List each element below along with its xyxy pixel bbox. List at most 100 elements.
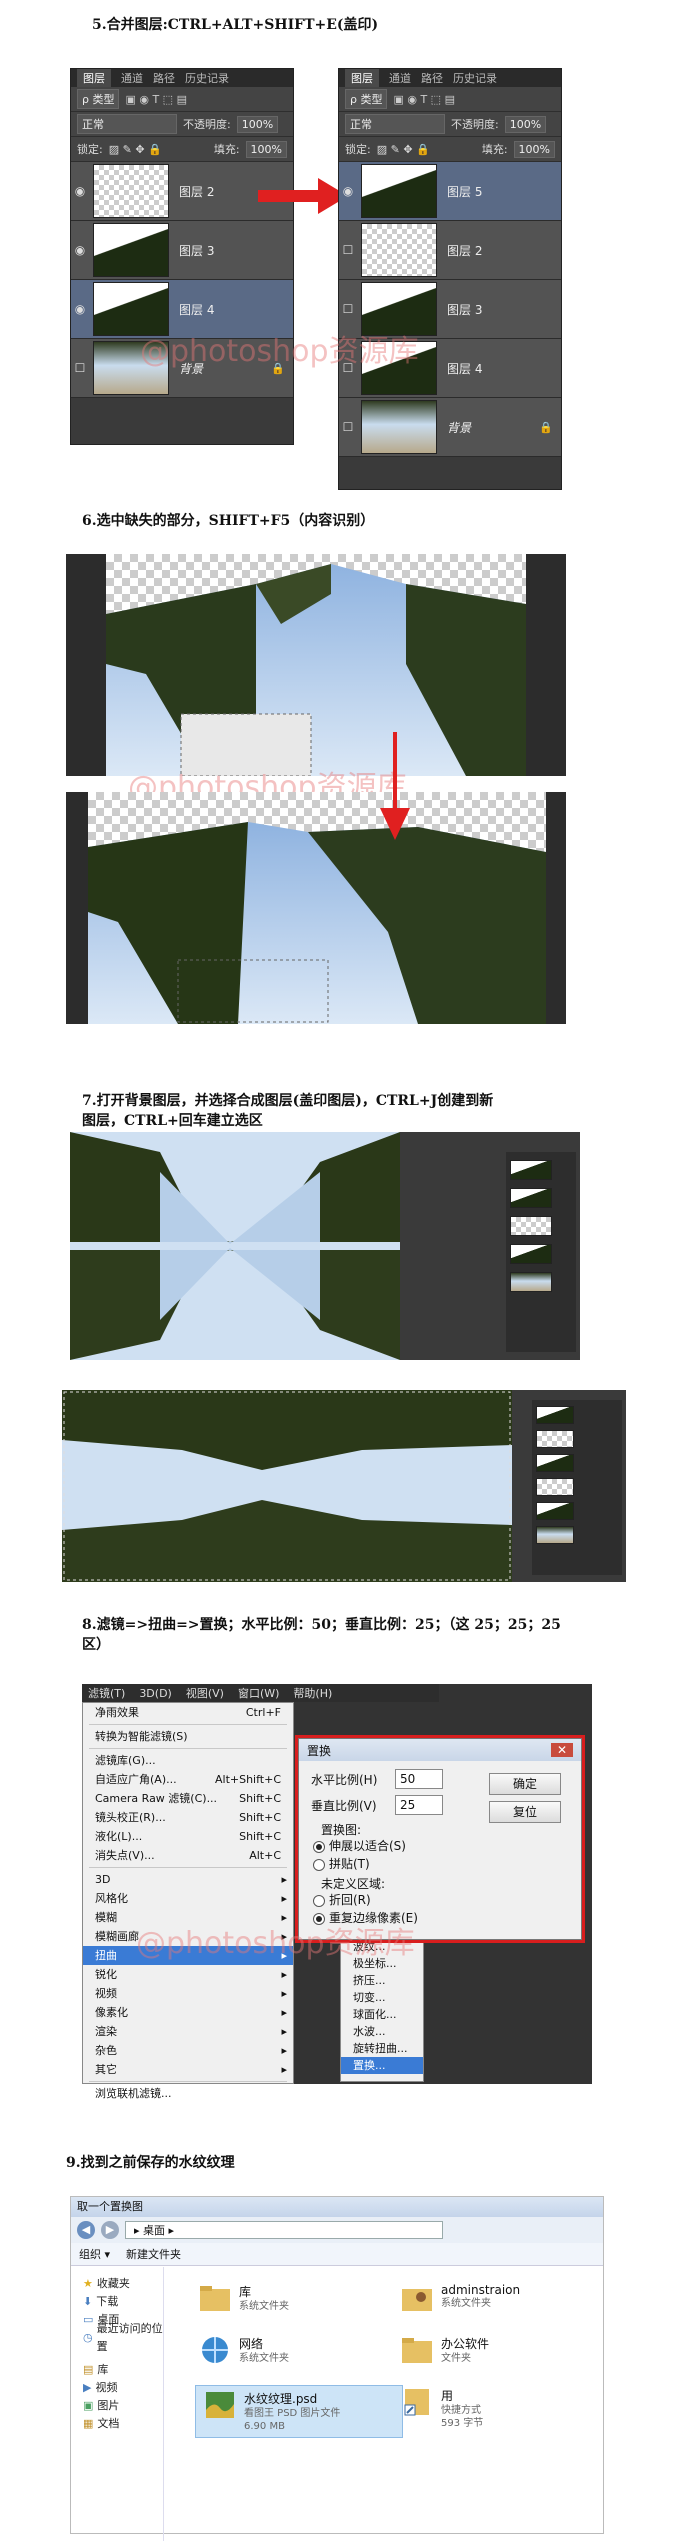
nav-sidebar: ★ 收藏夹 ⬇ 下载 ▭ 桌面 ◷ 最近访问的位置 ▤ 库 ▶ 视频 ▣ 图片 ▦ 文档	[71, 2267, 164, 2541]
visibility-box[interactable]: ☐	[71, 361, 89, 375]
distort-submenu-item[interactable]: 水波...	[341, 2023, 423, 2040]
filter-menu-item[interactable]: 锐化 ▸	[83, 1965, 293, 1984]
distort-submenu-item[interactable]: 切变...	[341, 1989, 423, 2006]
filter-menu-item[interactable]: 消失点(V)... Alt+C	[83, 1846, 293, 1865]
tab-channels[interactable]: 通道	[389, 70, 411, 86]
tab-paths[interactable]: 路径	[153, 70, 175, 86]
filter-menu-item[interactable]: 滤镜库(G)...	[83, 1751, 293, 1770]
filter-menu-item[interactable]: Camera Raw 滤镜(C)... Shift+C	[83, 1789, 293, 1808]
sidebar-pictures[interactable]: ▣ 图片	[71, 2397, 163, 2415]
filter-menu-item[interactable]: 渲染 ▸	[83, 2022, 293, 2041]
filter-menu-item[interactable]: 风格化 ▸	[83, 1889, 293, 1908]
filter-menu-item[interactable]: 净雨效果 Ctrl+F	[83, 1703, 293, 1722]
close-icon[interactable]: ✕	[550, 1743, 573, 1757]
tab-paths[interactable]: 路径	[421, 70, 443, 86]
blend-select[interactable]: 正常	[345, 114, 445, 134]
tile-option[interactable]: 拼贴(T)	[313, 1855, 370, 1872]
submenu-arrow-icon: ▸	[281, 2025, 287, 2038]
layer-row[interactable]: ☐ 图层 2	[339, 221, 561, 280]
filter-menu-item[interactable]: 转换为智能滤镜(S)	[83, 1727, 293, 1746]
eye-icon[interactable]: ◉	[71, 243, 89, 257]
menu-item-shortcut: Alt+Shift+C	[214, 1773, 281, 1786]
address-field[interactable]: ▸ 桌面 ▸	[125, 2221, 443, 2239]
distort-submenu-item[interactable]: 球面化...	[341, 2006, 423, 2023]
menu-filter[interactable]: 滤镜(T)	[88, 1685, 125, 1701]
opacity-field[interactable]: 100%	[504, 115, 547, 133]
file-item-shortcut[interactable]: 用快捷方式 593 字节	[401, 2387, 483, 2430]
filter-menu-item[interactable]: 3D ▸	[83, 1870, 293, 1889]
blend-select[interactable]: 正常	[77, 114, 177, 134]
fill-field[interactable]: 100%	[245, 140, 287, 158]
filter-menu-item[interactable]: 杂色 ▸	[83, 2041, 293, 2060]
sidebar-favorites[interactable]: ★ 收藏夹	[71, 2275, 163, 2293]
tile-label: 拼贴(T)	[329, 1857, 370, 1871]
distort-submenu-item[interactable]: 置换...	[341, 2057, 423, 2074]
file-item-network[interactable]: 网络 系统文件夹	[199, 2335, 289, 2365]
menu-3d[interactable]: 3D(D)	[139, 1687, 172, 1700]
eye-icon[interactable]: ◉	[339, 184, 357, 198]
eye-icon[interactable]: ◉	[71, 302, 89, 316]
submenu-arrow-icon: ▸	[281, 1892, 287, 1905]
distort-submenu-item[interactable]: 旋转扭曲...	[341, 2040, 423, 2057]
opacity-field[interactable]: 100%	[236, 115, 279, 133]
back-icon[interactable]: ◀	[77, 2221, 95, 2239]
v-scale-input[interactable]: 25	[395, 1795, 443, 1815]
filter-menu-item[interactable]: 浏览联机滤镜...	[83, 2084, 293, 2103]
lock-icons[interactable]: ▨ ✎ ✥ 🔒	[377, 143, 430, 156]
file-item-office[interactable]: 办公软件 文件夹	[401, 2335, 489, 2365]
sidebar-videos[interactable]: ▶ 视频	[71, 2379, 163, 2397]
eye-icon[interactable]: ◉	[71, 184, 89, 198]
file-item-water-texture[interactable]: 水纹纹理.psd 看图王 PSD 图片文件 6.90 MB	[195, 2385, 403, 2438]
menu-window[interactable]: 窗口(W)	[238, 1685, 279, 1701]
filter-icons: ▣ ◉ T ⬚ ▤	[125, 92, 187, 106]
wrap-option[interactable]: 折回(R)	[313, 1891, 371, 1908]
menu-item-shortcut: Shift+C	[239, 1811, 281, 1824]
lock-icons[interactable]: ▨ ✎ ✥ 🔒	[109, 143, 162, 156]
new-folder-button[interactable]: 新建文件夹	[126, 2246, 181, 2262]
tab-layers[interactable]: 图层	[77, 69, 111, 87]
filter-menu-item[interactable]: 其它 ▸	[83, 2060, 293, 2079]
tab-layers[interactable]: 图层	[345, 69, 379, 87]
layer-name: 图层 3	[447, 302, 483, 317]
file-item-library[interactable]: 库系统文件夹	[199, 2283, 289, 2313]
layer-row[interactable]: ◉ 图层 3	[71, 221, 293, 280]
sidebar-recent[interactable]: ◷ 最近访问的位置	[71, 2322, 163, 2353]
file-item-admin[interactable]: adminstraion 系统文件夹	[401, 2283, 520, 2313]
menu-item-label: 风格化	[95, 1892, 128, 1905]
document-icon: ▦	[83, 2417, 94, 2430]
tab-channels[interactable]: 通道	[121, 70, 143, 86]
h-scale-input[interactable]: 50	[395, 1769, 443, 1789]
filter-menu-item[interactable]: 液化(L)... Shift+C	[83, 1827, 293, 1846]
tab-history[interactable]: 历史记录	[453, 70, 497, 86]
menu-help[interactable]: 帮助(H)	[293, 1685, 332, 1701]
tab-history[interactable]: 历史记录	[185, 70, 229, 86]
file-name: 网络	[239, 2337, 264, 2351]
step-7-title-line2: 图层，CTRL+回车建立选区	[82, 1113, 263, 1129]
fill-field[interactable]: 100%	[513, 140, 555, 158]
ok-button[interactable]: 确定	[489, 1773, 561, 1795]
organize-button[interactable]: 组织 ▾	[79, 2246, 110, 2262]
kind-select[interactable]: ρ 类型	[77, 89, 120, 109]
forward-icon[interactable]: ▶	[101, 2221, 119, 2239]
kind-select[interactable]: ρ 类型	[345, 89, 388, 109]
filter-menu-item[interactable]: 像素化 ▸	[83, 2003, 293, 2022]
filter-menu-item[interactable]: 镜头校正(R)... Shift+C	[83, 1808, 293, 1827]
menu-view[interactable]: 视图(V)	[186, 1685, 224, 1701]
distort-submenu-item[interactable]: 挤压...	[341, 1972, 423, 1989]
canvas-after	[66, 792, 566, 1024]
sidebar-libraries[interactable]: ▤ 库	[71, 2361, 163, 2379]
step-7-title-line1: 7.打开背景图层，并选择合成图层(盖印图层)，CTRL+J创建到新	[82, 1093, 494, 1109]
reset-button[interactable]: 复位	[489, 1801, 561, 1823]
sidebar-documents[interactable]: ▦ 文档	[71, 2415, 163, 2433]
stretch-option[interactable]: 伸展以适合(S)	[313, 1837, 406, 1854]
filter-menu-item[interactable]: 视频 ▸	[83, 1984, 293, 2003]
filter-menu-item[interactable]: 自适应广角(A)... Alt+Shift+C	[83, 1770, 293, 1789]
menu-item-label: 液化(L)...	[95, 1830, 143, 1843]
file-size: 593 字节	[441, 2418, 484, 2429]
layer-row-selected[interactable]: ◉ 图层 5	[339, 162, 561, 221]
sidebar-downloads[interactable]: ⬇ 下载	[71, 2293, 163, 2311]
visibility-box[interactable]: ☐	[339, 243, 357, 257]
visibility-box[interactable]: ☐	[339, 420, 357, 434]
layer-row-background[interactable]: ☐ 背景 🔒	[339, 398, 561, 457]
visibility-box[interactable]: ☐	[339, 302, 357, 316]
